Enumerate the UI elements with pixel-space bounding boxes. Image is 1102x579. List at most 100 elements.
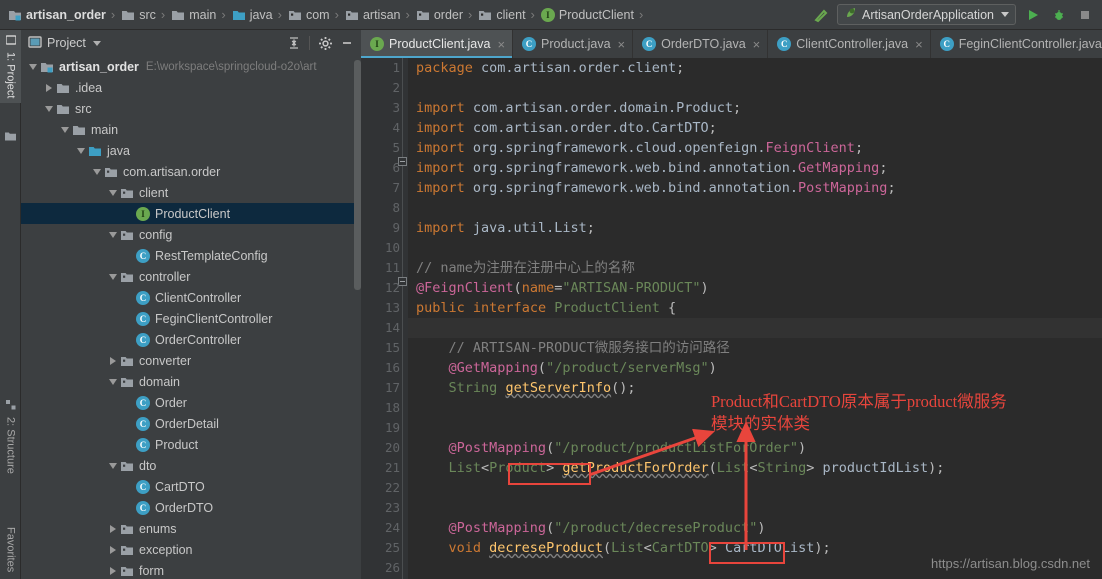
editor-tab-feginclientcontroller[interactable]: CFeginClientController.java [931, 30, 1102, 58]
code-editor[interactable]: 1234567891011121314151617181920212223242… [361, 58, 1102, 579]
tree-spacer [123, 203, 135, 224]
stop-icon[interactable] [1075, 5, 1094, 24]
tree-node-config[interactable]: config [21, 224, 361, 245]
class-badge: C [136, 396, 150, 410]
tree-node-dto[interactable]: dto [21, 455, 361, 476]
code-content[interactable]: package com.artisan.order.client; import… [408, 58, 1102, 579]
line-number: 11 [361, 258, 400, 278]
package-icon [103, 161, 119, 182]
code-line-23 [408, 498, 1102, 518]
tool-window-project[interactable]: 1: Project [0, 30, 21, 103]
tree-node-com-artisan-order[interactable]: com.artisan.order [21, 161, 361, 182]
package-icon [119, 266, 135, 287]
breadcrumb-item-client[interactable]: client [475, 0, 527, 30]
hammer-icon[interactable] [812, 6, 830, 24]
breadcrumb-label: java [250, 8, 273, 22]
tree-node-src[interactable]: src [21, 98, 361, 119]
tree-node-orderdto[interactable]: COrderDTO [21, 497, 361, 518]
tree-spacer [123, 497, 135, 518]
chevron-down-icon[interactable] [93, 41, 101, 46]
breadcrumb-item-artisan[interactable]: artisan [342, 0, 403, 30]
tree-node-controller[interactable]: controller [21, 266, 361, 287]
chevron-down-icon[interactable] [59, 119, 71, 140]
tree-node-artisan-order[interactable]: artisan_orderE:\workspace\springcloud-o2… [21, 56, 361, 77]
class-badge: C [136, 249, 150, 263]
gear-icon[interactable] [315, 33, 335, 53]
tree-node-cartdto[interactable]: CCartDTO [21, 476, 361, 497]
class-badge: C [136, 291, 150, 305]
tree-node-resttemplateconfig[interactable]: CRestTemplateConfig [21, 245, 361, 266]
editor-tab-orderdto[interactable]: COrderDTO.java× [633, 30, 768, 58]
chevron-down-icon[interactable] [27, 56, 39, 77]
chevron-down-icon[interactable] [91, 161, 103, 182]
code-line-19 [408, 418, 1102, 438]
class-icon: C [777, 37, 791, 51]
breadcrumb-separator: › [636, 7, 646, 22]
chevron-down-icon[interactable] [107, 455, 119, 476]
collapse-all-icon[interactable] [284, 33, 304, 53]
tree-node-exception[interactable]: exception [21, 539, 361, 560]
editor-gutter[interactable]: 1234567891011121314151617181920212223242… [361, 58, 408, 579]
tree-node-feginclientcontroller[interactable]: CFeginClientController [21, 308, 361, 329]
minimize-icon[interactable] [337, 33, 357, 53]
chevron-right-icon[interactable] [43, 77, 55, 98]
breadcrumb-item-main[interactable]: main [168, 0, 218, 30]
tree-node--idea[interactable]: .idea [21, 77, 361, 98]
tree-node-java[interactable]: java [21, 140, 361, 161]
editor-tab-bar[interactable]: IProductClient.java×CProduct.java×COrder… [361, 30, 1102, 58]
editor-tab-productclient[interactable]: IProductClient.java× [361, 30, 513, 58]
breadcrumb-item-com[interactable]: com [285, 0, 332, 30]
tree-node-productclient[interactable]: IProductClient [21, 203, 361, 224]
editor-tab-clientcontroller[interactable]: CClientController.java× [768, 30, 930, 58]
tool-window-favorites[interactable]: Favorites [0, 522, 21, 577]
chevron-right-icon[interactable] [107, 350, 119, 371]
tree-node-client[interactable]: client [21, 182, 361, 203]
tree-node-domain[interactable]: domain [21, 371, 361, 392]
tree-node-form[interactable]: form [21, 560, 361, 579]
breadcrumb-separator: › [108, 7, 118, 22]
tree-scrollbar[interactable] [354, 60, 361, 290]
chevron-right-icon[interactable] [107, 560, 119, 579]
breadcrumb-item-src[interactable]: src [118, 0, 158, 30]
line-number: 20 [361, 438, 400, 458]
tree-node-converter[interactable]: converter [21, 350, 361, 371]
chevron-right-icon[interactable] [107, 539, 119, 560]
close-icon[interactable]: × [616, 38, 626, 51]
run-icon[interactable] [1023, 5, 1042, 24]
module-icon [39, 56, 55, 77]
close-icon[interactable]: × [913, 38, 923, 51]
line-number: 18 [361, 398, 400, 418]
chevron-down-icon[interactable] [107, 224, 119, 245]
tree-node-main[interactable]: main [21, 119, 361, 140]
tree-node-product[interactable]: CProduct [21, 434, 361, 455]
breadcrumb-item-order[interactable]: order [413, 0, 465, 30]
run-configuration-selector[interactable]: ArtisanOrderApplication [837, 4, 1016, 25]
class-icon: C [135, 434, 151, 455]
close-icon[interactable]: × [495, 38, 505, 51]
tool-window-structure[interactable]: 2: Structure [0, 395, 21, 479]
breadcrumb-item-artisan_order[interactable]: artisan_order [5, 0, 108, 30]
class-icon: C [940, 37, 954, 51]
tree-node-orderdetail[interactable]: COrderDetail [21, 413, 361, 434]
chevron-right-icon[interactable] [107, 518, 119, 539]
debug-icon[interactable] [1049, 5, 1068, 24]
breadcrumb-item-java[interactable]: java [229, 0, 275, 30]
breadcrumb-item-ProductClient[interactable]: I ProductClient [538, 0, 636, 30]
package-icon [119, 455, 135, 476]
tree-node-label: src [75, 102, 92, 116]
chevron-down-icon[interactable] [107, 266, 119, 287]
tree-node-enums[interactable]: enums [21, 518, 361, 539]
package-icon [119, 182, 135, 203]
tree-node-ordercontroller[interactable]: COrderController [21, 329, 361, 350]
tree-node-order[interactable]: COrder [21, 392, 361, 413]
chevron-down-icon[interactable] [43, 98, 55, 119]
close-icon[interactable]: × [751, 38, 761, 51]
project-tree[interactable]: artisan_orderE:\workspace\springcloud-o2… [21, 56, 361, 579]
tree-node-clientcontroller[interactable]: CClientController [21, 287, 361, 308]
chevron-down-icon[interactable] [75, 140, 87, 161]
editor-tab-product[interactable]: CProduct.java× [513, 30, 633, 58]
line-number: 24 [361, 518, 400, 538]
chevron-down-icon[interactable] [107, 182, 119, 203]
code-line-9: import java.util.List; [408, 218, 1102, 238]
chevron-down-icon[interactable] [107, 371, 119, 392]
